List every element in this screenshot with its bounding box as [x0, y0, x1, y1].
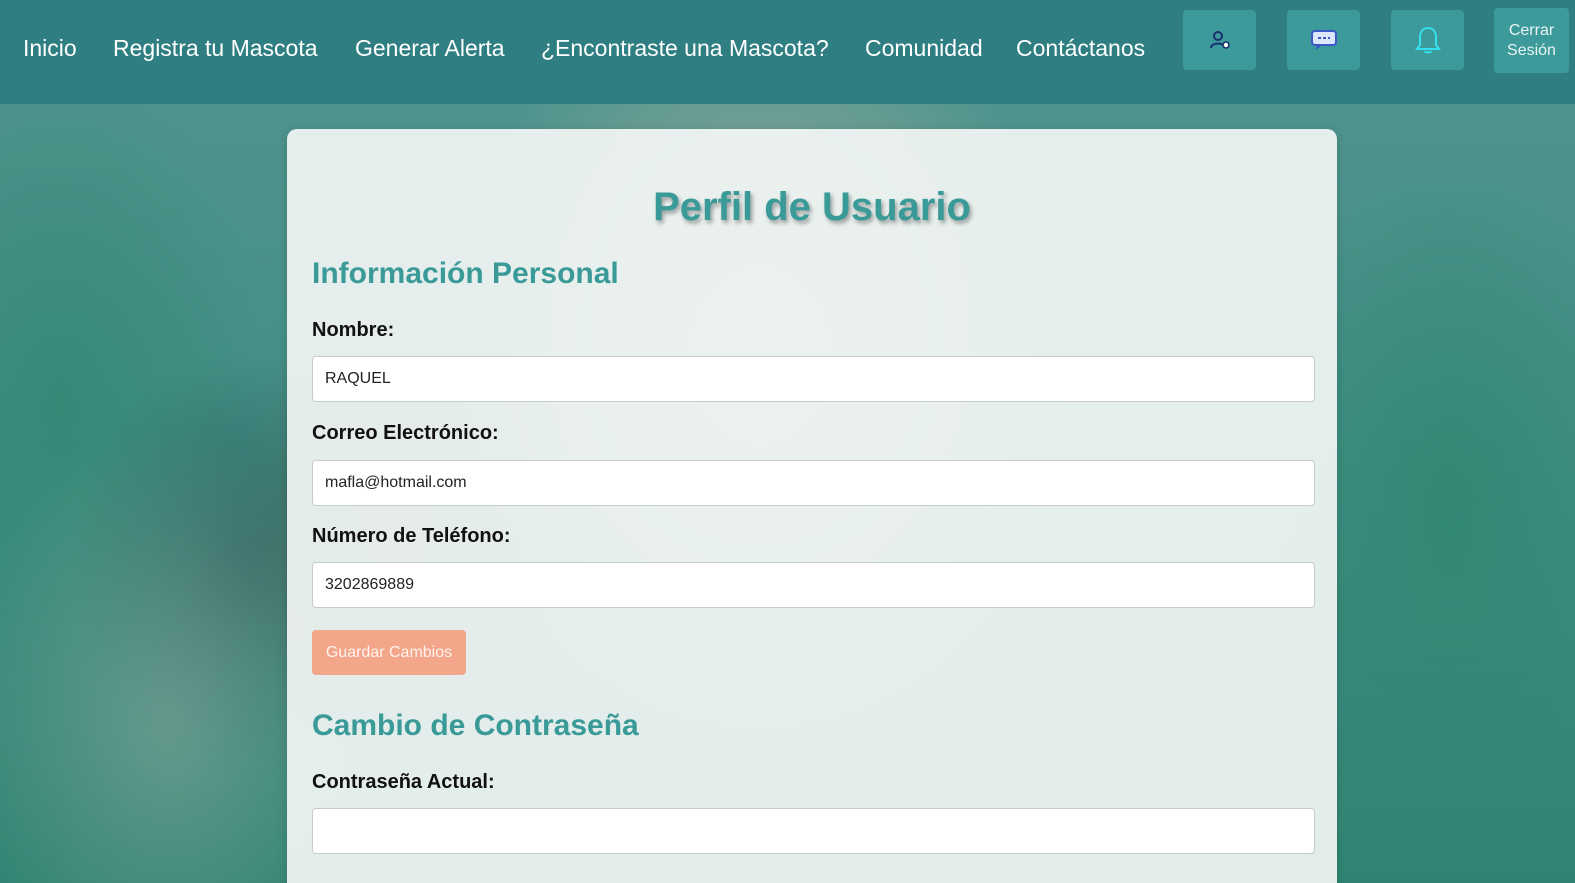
chat-icon	[1310, 30, 1337, 50]
logout-label-line1: Cerrar	[1508, 21, 1555, 39]
nav-link-generar-alerta[interactable]: Generar Alerta	[355, 33, 505, 63]
email-field[interactable]	[312, 460, 1315, 506]
top-navbar: Inicio Registra tu Mascota Generar Alert…	[0, 0, 1575, 104]
nav-link-contactanos[interactable]: Contáctanos	[1016, 33, 1145, 63]
current-password-field[interactable]	[312, 808, 1315, 854]
chat-button[interactable]	[1287, 10, 1360, 70]
name-label: Nombre:	[312, 319, 395, 341]
save-changes-button[interactable]: Guardar Cambios	[312, 630, 466, 675]
current-password-label: Contraseña Actual:	[312, 771, 495, 793]
page-title: Perfil de Usuario	[653, 185, 971, 229]
phone-field[interactable]	[312, 562, 1315, 608]
profile-card: Perfil de Usuario Información Personal N…	[287, 129, 1337, 883]
password-change-heading: Cambio de Contraseña	[312, 709, 639, 742]
user-settings-icon	[1209, 31, 1230, 49]
bell-icon	[1414, 26, 1441, 54]
email-label: Correo Electrónico:	[312, 422, 499, 444]
nav-link-comunidad[interactable]: Comunidad	[865, 33, 983, 63]
nav-link-registra-mascota[interactable]: Registra tu Mascota	[113, 33, 318, 63]
phone-label: Número de Teléfono:	[312, 525, 511, 547]
profile-button[interactable]	[1183, 10, 1256, 70]
nav-link-inicio[interactable]: Inicio	[23, 33, 77, 63]
notifications-button[interactable]	[1391, 10, 1464, 70]
nav-link-encontraste-mascota[interactable]: ¿Encontraste una Mascota?	[541, 33, 829, 63]
logout-button[interactable]: Cerrar Sesión	[1494, 8, 1569, 73]
name-field[interactable]	[312, 356, 1315, 402]
personal-info-heading: Información Personal	[312, 257, 619, 290]
logout-label-line2: Sesión	[1507, 41, 1556, 59]
